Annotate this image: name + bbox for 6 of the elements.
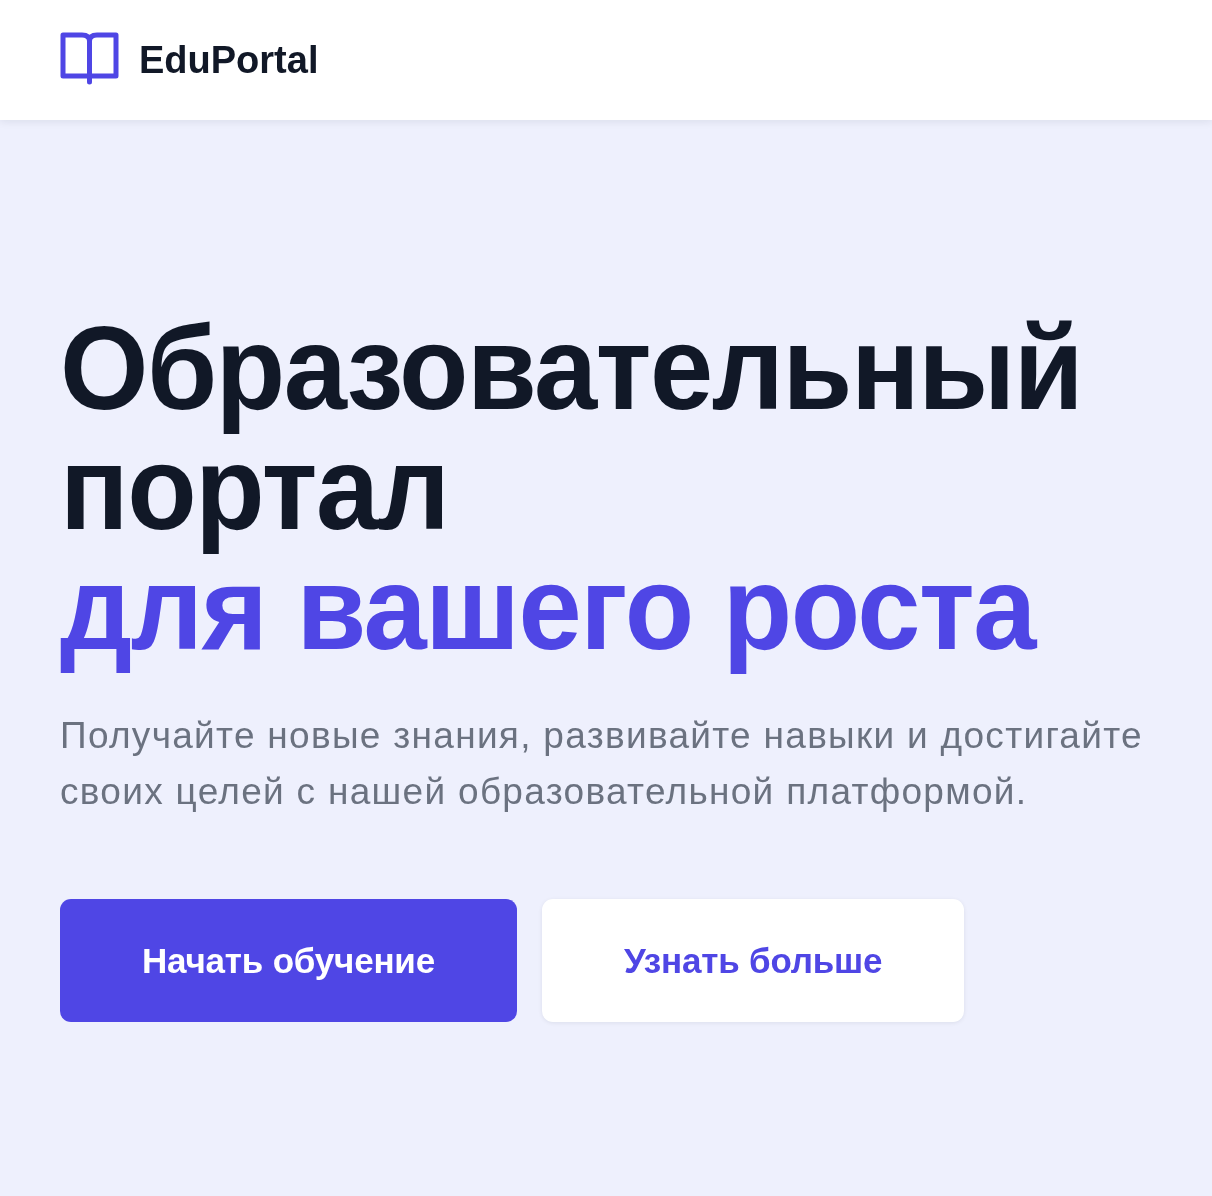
start-learning-button[interactable]: Начать обучение bbox=[60, 899, 517, 1022]
hero-heading: Образовательный портал для вашего роста bbox=[60, 300, 1084, 676]
hero-subtitle: Получайте новые знания, развивайте навыки и достигайте своих целей с нашей образовательной платформой. bbox=[60, 714, 1144, 814]
logo-text[interactable]: EduPortal bbox=[139, 41, 319, 79]
learn-more-button[interactable]: Узнать больше bbox=[541, 899, 965, 1022]
open-book-icon bbox=[60, 31, 119, 85]
